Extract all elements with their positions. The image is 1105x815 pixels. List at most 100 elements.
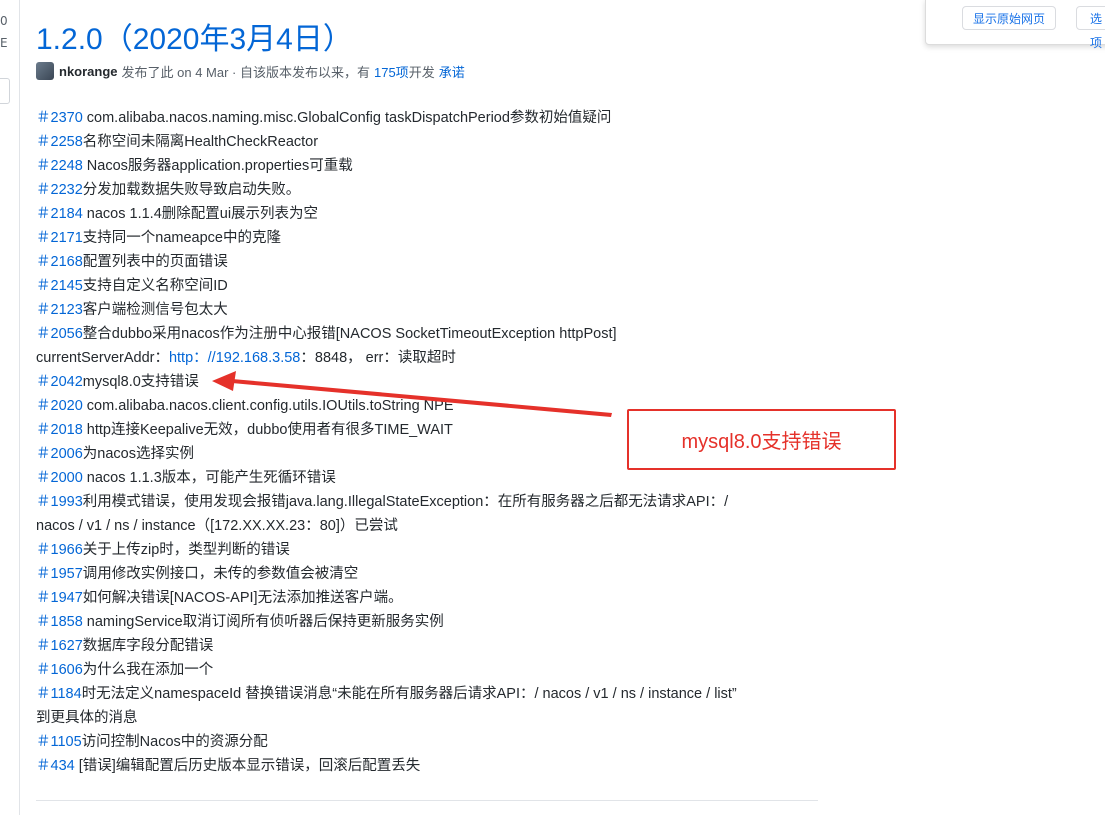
release-meta: nkorange 发布了此 on 4 Mar · 自该版本发布以来，有 175项… — [36, 60, 465, 82]
issue-hash: ＃ — [36, 470, 51, 486]
issue-link[interactable]: 1184 — [51, 686, 82, 702]
issue-hash: ＃ — [36, 206, 51, 222]
release-note-item: ＃2056整合dubbo采用nacos作为注册中心报错[NACOS Socket… — [36, 322, 826, 346]
release-note-item: ＃2258名称空间未隔离HealthCheckReactor — [36, 130, 826, 154]
left-rail-button[interactable] — [0, 78, 10, 104]
issue-hash: ＃ — [36, 374, 51, 390]
note-text: 数据库字段分配错误 — [82, 638, 214, 654]
issue-link[interactable]: 2370 — [51, 110, 83, 126]
issue-link[interactable]: 434 — [51, 758, 75, 774]
issue-hash: ＃ — [36, 638, 51, 654]
issue-hash: ＃ — [36, 590, 51, 606]
release-title[interactable]: 1.2.0（2020年3月4日） — [36, 14, 353, 58]
translate-options-button[interactable]: 选项 — [1076, 6, 1105, 50]
note-text: 整合dubbo采用nacos作为注册中心报错[NACOS SocketTimeo… — [82, 326, 617, 342]
issue-link[interactable]: 1966 — [51, 542, 83, 558]
issue-hash: ＃ — [36, 230, 51, 246]
issue-hash: ＃ — [36, 446, 51, 462]
issue-link[interactable]: 2171 — [51, 230, 83, 246]
note-text: currentServerAddr： — [36, 350, 169, 366]
annotation-callout: mysql8.0支持错误 — [627, 409, 896, 470]
commits-suffix: 开发 — [408, 64, 435, 80]
note-text: nacos 1.1.3版本，可能产生死循环错误 — [82, 470, 336, 486]
issue-hash: ＃ — [36, 614, 51, 630]
issue-link[interactable]: 2168 — [51, 254, 83, 270]
issue-hash: ＃ — [36, 278, 51, 294]
release-note-item: ＃1858 namingService取消订阅所有侦听器后保持更新服务实例 — [36, 610, 826, 634]
issue-link[interactable]: 2232 — [51, 182, 83, 198]
note-text: 为nacos选择实例 — [82, 446, 194, 462]
note-text: nacos / v1 / ns / instance（[172.XX.XX.23… — [36, 518, 398, 534]
commits-link[interactable]: 175项 — [374, 62, 409, 81]
commitment-link[interactable]: 承诺 — [439, 62, 465, 81]
release-note-item: ＃1606为什么我在添加一个 — [36, 658, 826, 682]
show-original-button[interactable]: 显示原始网页 — [962, 6, 1057, 30]
issue-hash: ＃ — [36, 758, 51, 774]
release-note-item: ＃2168配置列表中的页面错误 — [36, 250, 826, 274]
issue-hash: ＃ — [36, 686, 51, 702]
release-note-item: ＃2184 nacos 1.1.4删除配置ui展示列表为空 — [36, 202, 826, 226]
release-note-item: ＃1993利用模式错误，使用发现会报错java.lang.IllegalStat… — [36, 490, 826, 514]
release-note-item: ＃2248 Nacos服务器application.properties可重载 — [36, 154, 826, 178]
note-text: ：8848， err：读取超时 — [300, 350, 456, 366]
release-note-item: ＃1627数据库字段分配错误 — [36, 634, 826, 658]
issue-hash: ＃ — [36, 542, 51, 558]
issue-link[interactable]: 2145 — [51, 278, 83, 294]
note-text: 利用模式错误，使用发现会报错java.lang.IllegalStateExce… — [82, 494, 729, 510]
issue-link[interactable]: 1858 — [51, 614, 83, 630]
release-note-item: ＃2145支持自定义名称空间ID — [36, 274, 826, 298]
release-note-item: ＃434 [错误]编辑配置后历史版本显示错误，回滚后配置丢失 — [36, 754, 826, 778]
issue-hash: ＃ — [36, 734, 51, 750]
release-note-item: nacos / v1 / ns / instance（[172.XX.XX.23… — [36, 514, 826, 538]
issue-hash: ＃ — [36, 110, 51, 126]
note-text: 调用修改实例接口，未传的参数值会被清空 — [82, 566, 359, 582]
issue-hash: ＃ — [36, 422, 51, 438]
note-text: 分发加载数据失败导致启动失败。 — [82, 182, 301, 198]
release-note-item: 到更具体的消息 — [36, 706, 826, 730]
callout-text: mysql8.0支持错误 — [681, 431, 842, 453]
divider — [36, 800, 818, 801]
issue-link[interactable]: 2042 — [51, 374, 83, 390]
note-text: 关于上传zip时，类型判断的错误 — [82, 542, 290, 558]
note-text: 到更具体的消息 — [36, 710, 138, 726]
issue-link[interactable]: 2123 — [51, 302, 83, 318]
release-note-item: ＃1105访问控制Nacos中的资源分配 — [36, 730, 826, 754]
note-text: com.alibaba.nacos.client.config.utils.IO… — [82, 398, 454, 414]
note-text: 支持自定义名称空间ID — [82, 278, 228, 294]
issue-hash: ＃ — [36, 326, 51, 342]
issue-hash: ＃ — [36, 566, 51, 582]
issue-hash: ＃ — [36, 302, 51, 318]
note-text: mysql8.0支持错误 — [82, 374, 199, 390]
release-note-item: ＃1957调用修改实例接口，未传的参数值会被清空 — [36, 562, 826, 586]
note-text: com.alibaba.nacos.naming.misc.GlobalConf… — [82, 110, 612, 126]
author-link[interactable]: nkorange — [59, 64, 118, 79]
issue-link[interactable]: 2006 — [51, 446, 83, 462]
avatar[interactable] — [36, 62, 54, 80]
issue-link[interactable]: 2248 — [51, 158, 83, 174]
note-text: 名称空间未隔离HealthCheckReactor — [82, 134, 319, 150]
note-text: nacos 1.1.4删除配置ui展示列表为空 — [82, 206, 319, 222]
issue-link[interactable]: 2020 — [51, 398, 83, 414]
issue-link[interactable]: 2184 — [51, 206, 83, 222]
release-note-item: currentServerAddr：http：//192.168.3.58：88… — [36, 346, 826, 370]
note-text: http连接Keepalive无效，dubbo使用者有很多TIME_WAIT — [82, 422, 453, 438]
release-note-item: ＃1966关于上传zip时，类型判断的错误 — [36, 538, 826, 562]
issue-link[interactable]: 2018 — [51, 422, 83, 438]
issue-link[interactable]: 1105 — [51, 734, 82, 750]
issue-link[interactable]: 2056 — [51, 326, 83, 342]
issue-link[interactable]: 1993 — [51, 494, 83, 510]
issue-link[interactable]: 1606 — [51, 662, 83, 678]
release-note-item: ＃2042mysql8.0支持错误 — [36, 370, 826, 394]
release-note-item: ＃1947如何解决错误[NACOS-API]无法添加推送客户端。 — [36, 586, 826, 610]
release-note-item: ＃2171支持同一个nameapce中的克隆 — [36, 226, 826, 250]
note-text: Nacos服务器application.properties可重载 — [82, 158, 353, 174]
issue-link[interactable]: 2258 — [51, 134, 83, 150]
left-rail-fragment: 0 — [0, 14, 8, 28]
issue-link[interactable]: 1947 — [51, 590, 83, 606]
server-address-link[interactable]: http：//192.168.3.58 — [169, 350, 300, 366]
note-text: 如何解决错误[NACOS-API]无法添加推送客户端。 — [82, 590, 403, 606]
issue-link[interactable]: 2000 — [51, 470, 83, 486]
issue-link[interactable]: 1957 — [51, 566, 83, 582]
note-text: 客户端检测信号包太大 — [82, 302, 228, 318]
issue-link[interactable]: 1627 — [51, 638, 83, 654]
